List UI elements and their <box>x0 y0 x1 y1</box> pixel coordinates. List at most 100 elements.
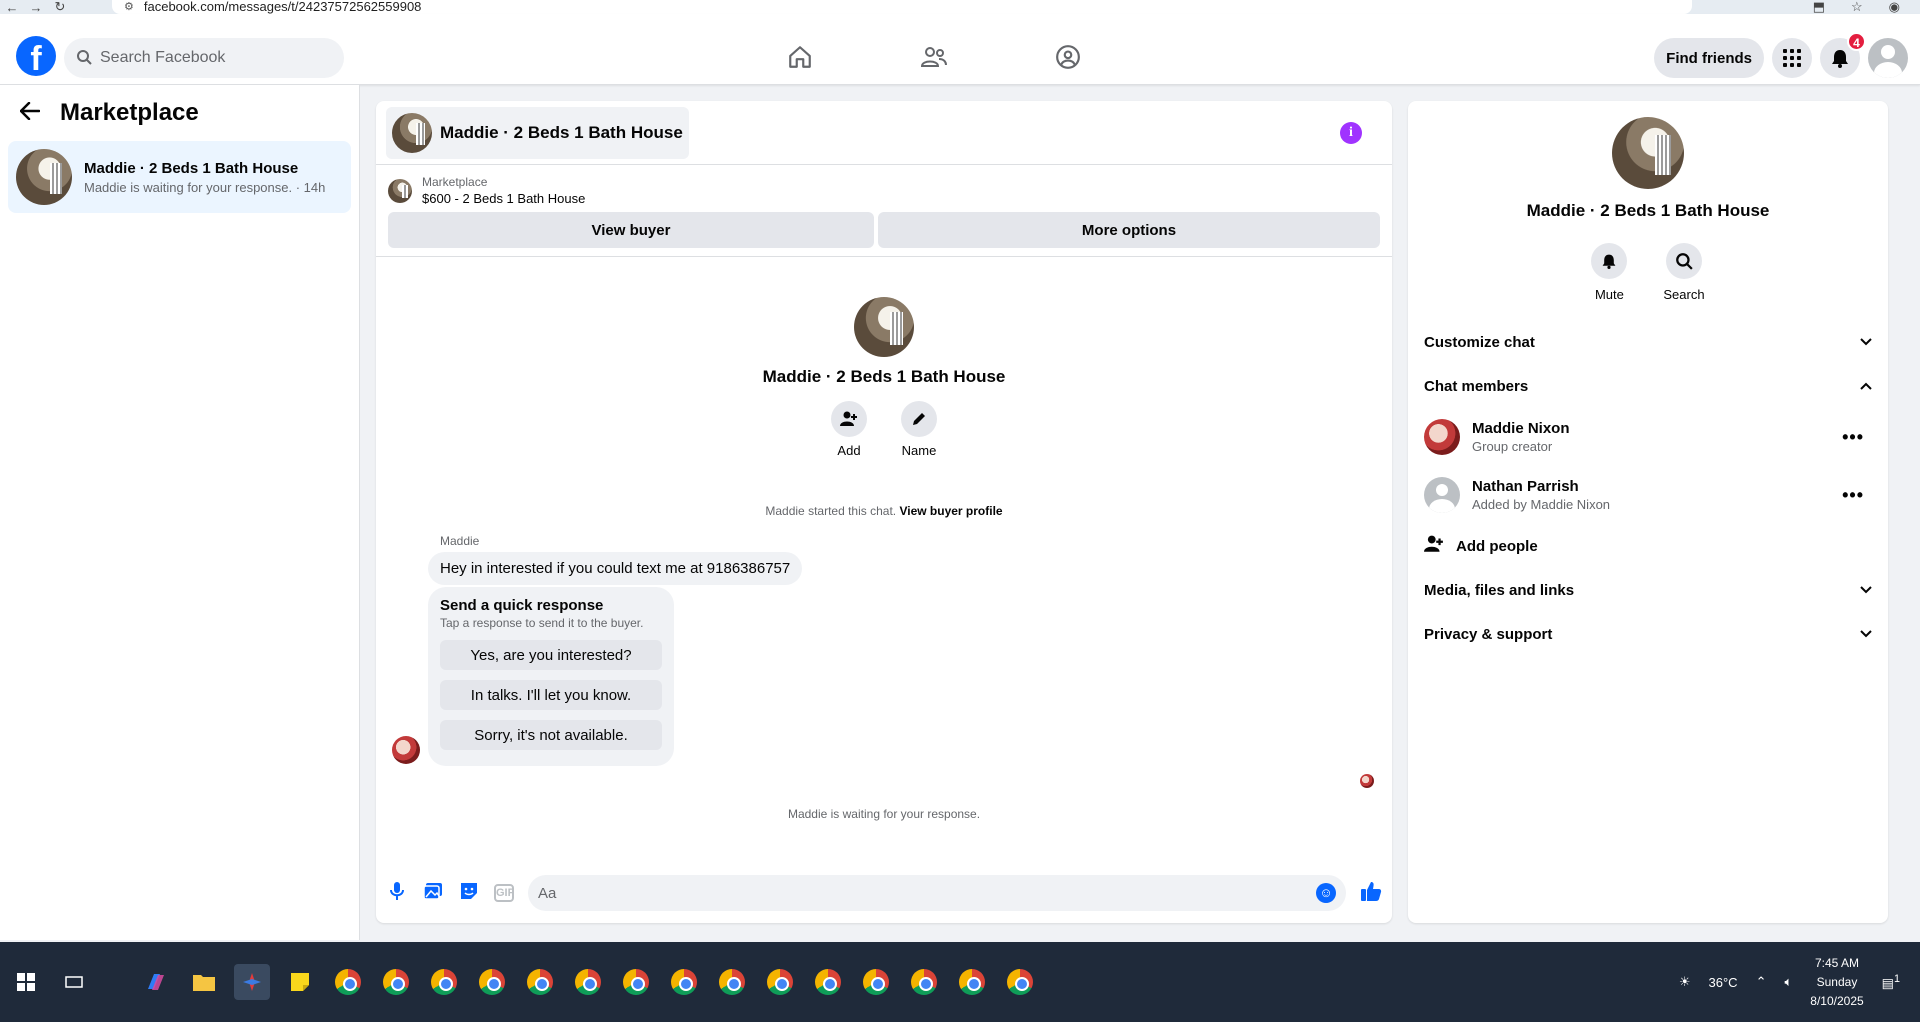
mute-button[interactable]: Mute <box>1591 243 1628 302</box>
chat-title-button[interactable]: Maddie · 2 Beds 1 Bath House <box>386 106 689 159</box>
name-chat-button[interactable]: Name <box>901 401 937 458</box>
back-arrow-icon[interactable] <box>19 99 41 127</box>
quick-response-option[interactable]: Sorry, it's not available. <box>440 720 662 750</box>
member-row[interactable]: Maddie Nixon Group creator ••• <box>1408 408 1888 466</box>
groups-icon[interactable] <box>1048 42 1088 72</box>
conversation-item[interactable]: Maddie · 2 Beds 1 Bath House Maddie is w… <box>8 141 351 213</box>
friends-icon[interactable] <box>914 42 954 72</box>
bell-icon <box>1591 243 1628 279</box>
like-thumbs-up-icon[interactable] <box>1360 880 1382 907</box>
chrome-icon[interactable] <box>666 964 702 1000</box>
facebook-logo[interactable]: f <box>16 36 56 76</box>
search-box[interactable] <box>64 38 344 78</box>
chat-title: Maddie · 2 Beds 1 Bath House <box>440 122 683 142</box>
name-label: Name <box>901 443 937 458</box>
search-icon <box>1665 243 1702 279</box>
notification-center-count: 1 <box>1893 972 1900 985</box>
pinned-app-icon[interactable] <box>234 964 270 1000</box>
chevron-up-icon <box>1860 379 1872 393</box>
weather-icon[interactable]: ☀ <box>1679 974 1691 990</box>
chat-details-panel: Maddie · 2 Beds 1 Bath House Mute Search… <box>1408 101 1888 923</box>
notification-center-icon[interactable]: ▤1 <box>1882 973 1900 991</box>
member-row[interactable]: Nathan Parrish Added by Maddie Nixon ••• <box>1408 466 1888 524</box>
profile-avatar[interactable] <box>1868 38 1908 78</box>
view-buyer-button[interactable]: View buyer <box>388 212 874 248</box>
sender-avatar[interactable] <box>392 736 420 764</box>
browser-profile-icon[interactable]: ◉ <box>1889 0 1900 15</box>
more-options-icon[interactable]: ••• <box>1842 427 1864 448</box>
windows-start-icon[interactable] <box>8 964 44 1000</box>
search-input[interactable] <box>100 49 320 67</box>
emoji-icon[interactable]: ☺ <box>1316 883 1336 903</box>
chrome-icon[interactable] <box>858 964 894 1000</box>
reload-icon[interactable]: ↻ <box>48 0 72 15</box>
clock[interactable]: 7:45 AM Sunday 8/10/2025 <box>1810 954 1863 1011</box>
windows-taskbar: ☀ 36°C ⌃ 🔈︎ 7:45 AM Sunday 8/10/2025 ▤1 <box>0 942 1920 1022</box>
chrome-icon[interactable] <box>474 964 510 1000</box>
chevron-down-icon <box>1860 627 1872 641</box>
facebook-topbar: f Find friends 4 <box>0 14 1920 85</box>
find-friends-button[interactable]: Find friends <box>1654 38 1764 78</box>
message-input[interactable] <box>538 884 1316 902</box>
info-icon[interactable]: i <box>1340 121 1362 144</box>
back-arrow-icon[interactable]: ← <box>0 0 24 15</box>
quick-response-option[interactable]: In talks. I'll let you know. <box>440 680 662 710</box>
microphone-icon[interactable] <box>386 881 408 906</box>
menu-grid-button[interactable] <box>1772 38 1812 78</box>
chrome-icon[interactable] <box>954 964 990 1000</box>
bookmark-star-icon[interactable]: ☆ <box>1851 0 1863 15</box>
member-role: Added by Maddie Nixon <box>1472 497 1611 512</box>
site-info-icon[interactable]: ⚙ <box>124 0 134 14</box>
listing-thumbnail <box>392 112 432 153</box>
chrome-icon[interactable] <box>618 964 654 1000</box>
task-view-icon[interactable] <box>56 964 92 1000</box>
quick-response-option[interactable]: Yes, are you interested? <box>440 640 662 670</box>
copilot-icon[interactable] <box>138 964 174 1000</box>
chrome-icon[interactable] <box>810 964 846 1000</box>
add-member-button[interactable]: Add <box>831 401 867 458</box>
chrome-icon[interactable] <box>1002 964 1038 1000</box>
chat-avatar <box>1612 117 1684 189</box>
gif-icon[interactable]: GIF <box>494 884 514 902</box>
chat-panel: Maddie · 2 Beds 1 Bath House i Marketpla… <box>376 101 1392 923</box>
chat-members-label: Chat members <box>1424 377 1529 395</box>
add-person-icon <box>831 401 867 437</box>
notifications-button[interactable]: 4 <box>1820 32 1866 78</box>
view-buyer-profile-link[interactable]: View buyer profile <box>899 504 1002 518</box>
more-options-icon[interactable]: ••• <box>1842 485 1864 506</box>
media-files-label: Media, files and links <box>1424 581 1575 599</box>
message-input-box[interactable]: ☺ <box>528 875 1346 911</box>
home-icon[interactable] <box>780 42 820 72</box>
privacy-support-section[interactable]: Privacy & support <box>1408 612 1888 656</box>
chrome-icon[interactable] <box>570 964 606 1000</box>
chrome-icon[interactable] <box>330 964 366 1000</box>
chrome-icon[interactable] <box>378 964 414 1000</box>
file-explorer-icon[interactable] <box>186 964 222 1000</box>
chrome-icon[interactable] <box>522 964 558 1000</box>
search-chat-button[interactable]: Search <box>1663 243 1705 302</box>
sticky-notes-icon[interactable] <box>282 964 318 1000</box>
volume-icon[interactable]: 🔈︎ <box>1784 974 1792 990</box>
install-app-icon[interactable]: ⬒ <box>1813 0 1825 15</box>
started-text: Maddie started this chat. <box>765 504 897 518</box>
address-bar[interactable]: ⚙ facebook.com/messages/t/24237572562559… <box>112 0 1692 14</box>
chrome-icon[interactable] <box>426 964 462 1000</box>
add-people-button[interactable]: Add people <box>1408 524 1888 568</box>
sticker-icon[interactable] <box>458 882 480 905</box>
chat-members-section[interactable]: Chat members <box>1408 364 1888 408</box>
chrome-icon[interactable] <box>906 964 942 1000</box>
message-bubble[interactable]: Hey in interested if you could text me a… <box>428 552 803 585</box>
chrome-icon[interactable] <box>762 964 798 1000</box>
conversation-title: Maddie · 2 Beds 1 Bath House <box>84 159 299 177</box>
forward-arrow-icon[interactable]: → <box>24 0 48 15</box>
chevron-up-icon[interactable]: ⌃ <box>1756 974 1767 990</box>
listing-thumbnail <box>16 149 72 205</box>
chrome-icon[interactable] <box>714 964 750 1000</box>
customize-chat-section[interactable]: Customize chat <box>1408 320 1888 364</box>
grid-icon <box>1783 49 1801 67</box>
temperature[interactable]: 36°C <box>1709 975 1738 990</box>
photo-icon[interactable] <box>422 882 444 905</box>
media-files-section[interactable]: Media, files and links <box>1408 568 1888 612</box>
seen-avatar <box>1360 774 1374 788</box>
more-options-button[interactable]: More options <box>878 212 1380 248</box>
